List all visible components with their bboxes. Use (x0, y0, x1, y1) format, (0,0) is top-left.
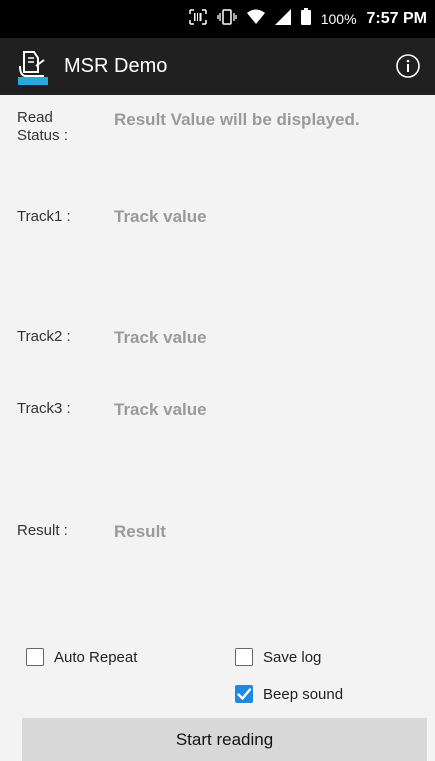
result-label: Result : (17, 522, 68, 539)
app-title: MSR Demo (64, 55, 168, 77)
track1-label: Track1 : (17, 208, 71, 225)
auto-repeat-label: Auto Repeat (54, 648, 138, 666)
result-value: Result (114, 522, 166, 541)
read-status-label: Read Status : (17, 109, 68, 144)
battery-percent: 100% (320, 11, 357, 27)
read-status-value: Result Value will be displayed. (114, 110, 360, 129)
track2-label: Track2 : (17, 328, 71, 345)
status-bar: 100% 7:57 PM (0, 0, 435, 38)
save-log-label: Save log (263, 648, 322, 666)
beep-sound-label: Beep sound (263, 685, 344, 703)
beep-sound-checkbox[interactable]: Beep sound (235, 685, 343, 703)
clock: 7:57 PM (366, 10, 427, 27)
card-swipe-icon (16, 48, 56, 86)
app-bar: MSR Demo (0, 38, 435, 95)
signal-icon (274, 8, 291, 30)
start-reading-button[interactable]: Start reading (22, 718, 427, 761)
track1-value: Track value (114, 207, 207, 226)
barcode-scan-icon (188, 8, 207, 30)
track2-value: Track value (114, 328, 207, 347)
checkbox-checked-icon (235, 685, 253, 703)
vibrate-icon (217, 8, 237, 30)
save-log-checkbox[interactable]: Save log (235, 648, 321, 666)
info-icon[interactable] (395, 53, 421, 79)
checkbox-unchecked-icon (235, 648, 253, 666)
auto-repeat-checkbox[interactable]: Auto Repeat (26, 648, 137, 666)
track3-label: Track3 : (17, 400, 71, 417)
battery-icon (300, 8, 311, 30)
wifi-icon (246, 9, 265, 30)
checkbox-unchecked-icon (26, 648, 44, 666)
track3-value: Track value (114, 400, 207, 419)
